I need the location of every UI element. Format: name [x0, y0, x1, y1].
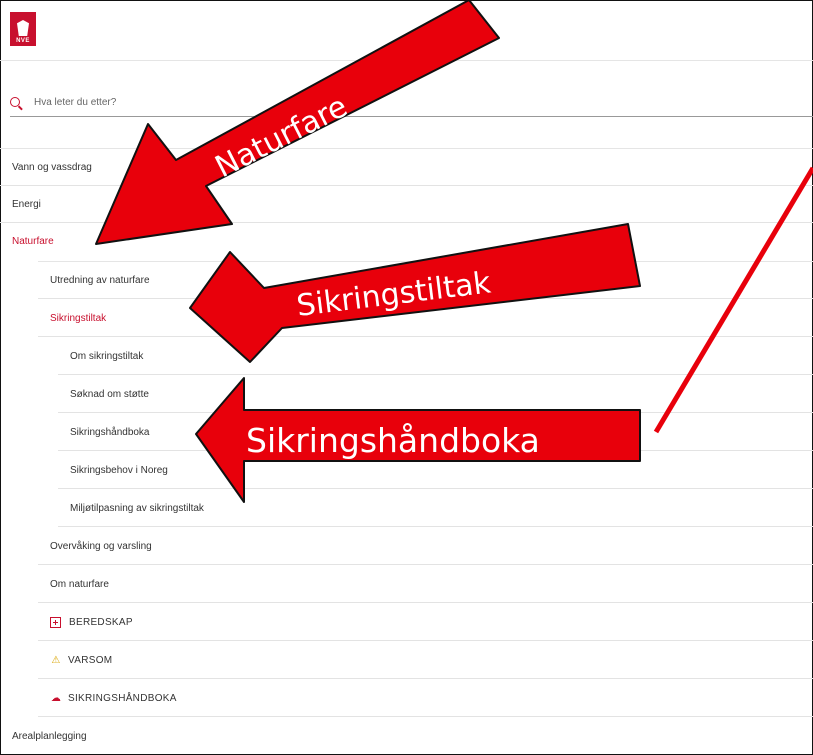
annotation-overlay: Naturfare Sikringstiltak Sikringshåndbok…	[95, 0, 813, 503]
annotation-line	[653, 166, 813, 434]
annotation-arrow-sikringshandboka: Sikringshåndboka	[195, 377, 641, 503]
annotation-arrow-naturfare: Naturfare	[95, 0, 500, 245]
annotation-label: Sikringshåndboka	[246, 421, 540, 460]
annotation-arrow-sikringstiltak: Sikringstiltak	[189, 223, 641, 363]
